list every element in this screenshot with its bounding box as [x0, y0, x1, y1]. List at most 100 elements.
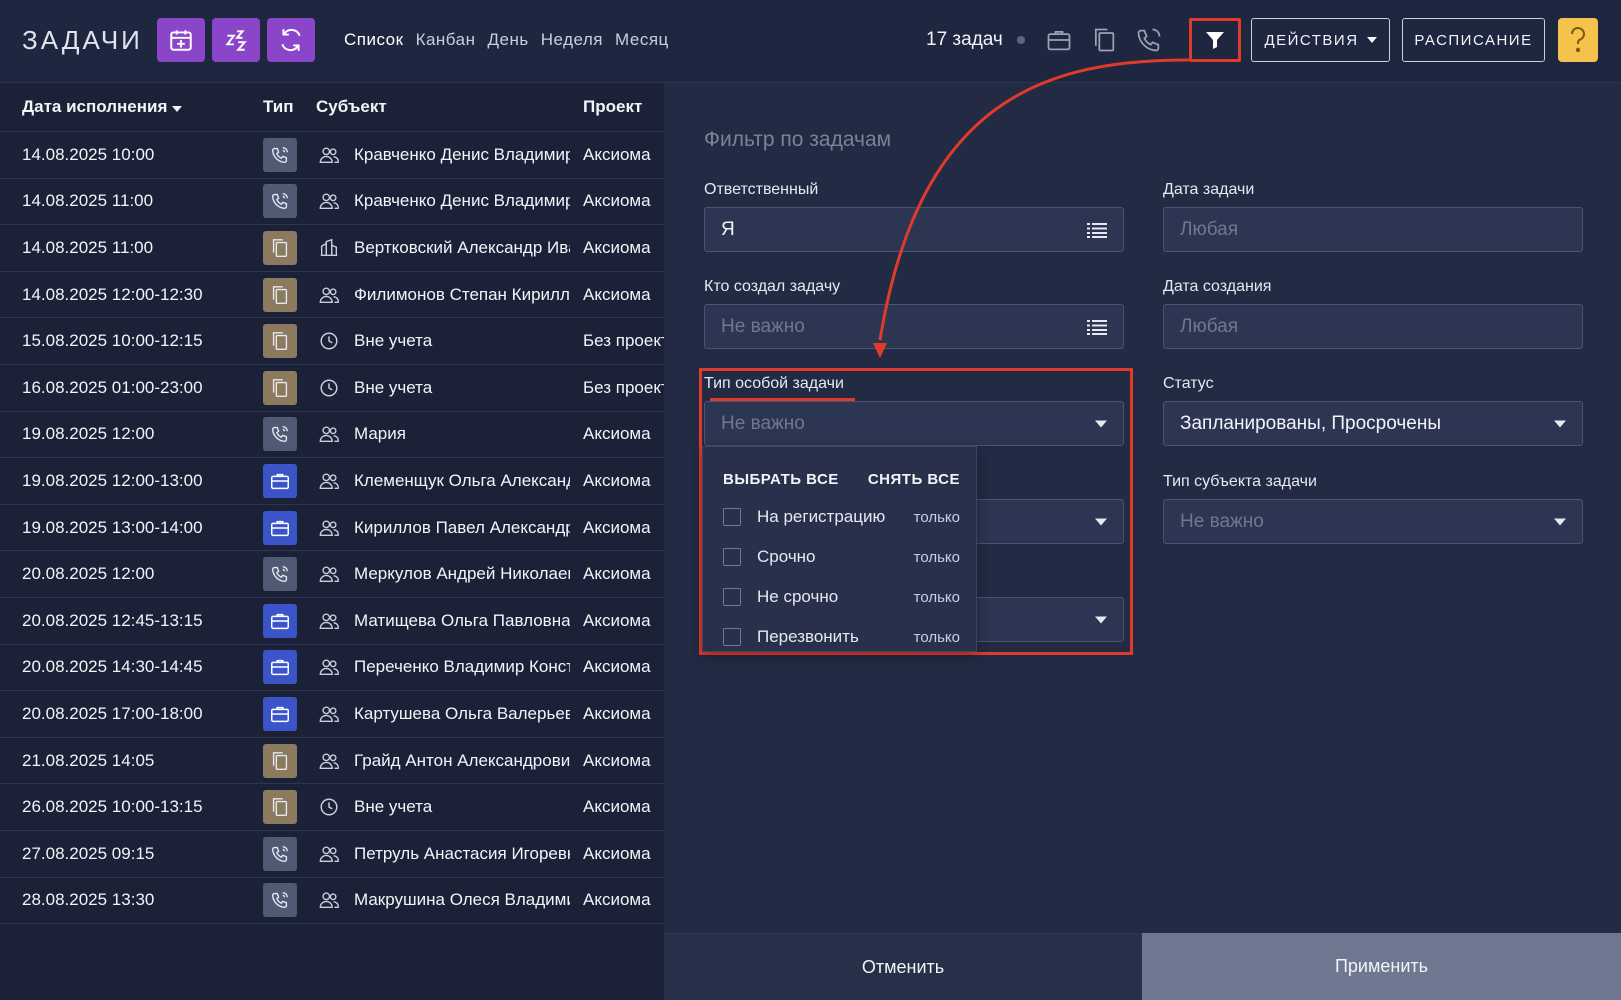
row-date: 14.08.2025 11:00 [22, 191, 154, 211]
app-title: ЗАДАЧИ [22, 25, 143, 55]
table-row[interactable]: 14.08.2025 10:00 Кравченко Денис Владимир… [0, 132, 664, 179]
apply-button[interactable]: Применить [1142, 933, 1621, 1000]
table-row[interactable]: 21.08.2025 14:05 Грайд Антон Александрови… [0, 738, 664, 785]
row-subject: Вне учета [354, 797, 433, 817]
actions-label: ДЕЙСТВИЯ [1264, 31, 1359, 49]
table-row[interactable]: 19.08.2025 12:00 Мария Аксиома [0, 412, 664, 459]
call-filter-toggle[interactable] [1133, 24, 1165, 56]
subject-people-icon [317, 655, 341, 679]
table-row[interactable]: 14.08.2025 11:00 Кравченко Денис Владимир… [0, 179, 664, 226]
row-date: 20.08.2025 12:00 [22, 564, 155, 584]
table-row[interactable]: 20.08.2025 14:30-14:45 Переченко Владимир… [0, 645, 664, 692]
task-date-field[interactable]: Любая [1163, 207, 1583, 252]
row-subject: Матищева Ольга Павловна [354, 610, 570, 630]
row-project: Аксиома [583, 797, 651, 817]
table-row[interactable]: 20.08.2025 12:00 Меркулов Андрей Николаев… [0, 551, 664, 598]
actions-button[interactable]: ДЕЙСТВИЯ [1251, 18, 1390, 62]
row-project: Аксиома [583, 890, 651, 910]
subject-clock-icon [317, 795, 341, 819]
row-project: Аксиома [583, 424, 651, 444]
row-date: 28.08.2025 13:30 [22, 890, 155, 910]
subject-clock-icon [317, 329, 341, 353]
subject-type-label: Тип субъекта задачи [1163, 473, 1317, 490]
refresh-button[interactable] [267, 18, 315, 62]
subject-type-placeholder: Не важно [1180, 510, 1264, 532]
snooze-button[interactable] [212, 18, 260, 62]
task-type-documents-icon [263, 743, 297, 778]
row-project: Без проекта [583, 377, 664, 397]
subject-people-icon [317, 283, 341, 307]
row-date: 20.08.2025 14:30-14:45 [22, 657, 203, 677]
option-only-link[interactable]: только [914, 629, 960, 646]
clear-all-button[interactable]: СНЯТЬ ВСЕ [868, 471, 960, 488]
task-date-label: Дата задачи [1163, 181, 1255, 198]
table-row[interactable]: 28.08.2025 13:30 Макрушина Олеся Владимир… [0, 878, 664, 925]
dropdown-option[interactable]: Срочно только [703, 537, 976, 577]
table-row[interactable]: 20.08.2025 17:00-18:00 Картушева Ольга Ва… [0, 691, 664, 738]
view-day[interactable]: День [488, 30, 529, 50]
creator-placeholder: Не важно [721, 315, 805, 337]
option-checkbox[interactable] [723, 508, 741, 526]
table-row[interactable]: 20.08.2025 12:45-13:15 Матищева Ольга Пав… [0, 598, 664, 645]
created-date-field[interactable]: Любая [1163, 304, 1583, 349]
option-only-link[interactable]: только [914, 589, 960, 606]
table-row[interactable]: 19.08.2025 13:00-14:00 Кириллов Павел Але… [0, 505, 664, 552]
dropdown-option[interactable]: Перезвонить только [703, 617, 976, 657]
option-label: Срочно [757, 547, 816, 566]
table-row[interactable]: 16.08.2025 01:00-23:00 Вне учета Без проек… [0, 365, 664, 412]
status-dot [1017, 36, 1025, 44]
documents-icon [1094, 28, 1115, 52]
subject-people-icon [317, 888, 341, 912]
header-project[interactable]: Проект [583, 97, 642, 117]
schedule-button[interactable]: РАСПИСАНИЕ [1402, 18, 1545, 62]
header-subject[interactable]: Субъект [316, 97, 387, 117]
subject-people-icon [317, 143, 341, 167]
doc-filter-toggle[interactable] [1088, 24, 1120, 56]
view-month[interactable]: Месяц [615, 30, 669, 50]
list-icon [1087, 319, 1107, 335]
header-type[interactable]: Тип [263, 97, 293, 117]
dropdown-option[interactable]: Не срочно только [703, 577, 976, 617]
view-switcher: Список Канбан День Неделя Месяц [344, 30, 669, 50]
option-checkbox[interactable] [723, 628, 741, 646]
header-date[interactable]: Дата исполнения [22, 97, 183, 117]
top-bar: ЗАДАЧИ Список Канбан День Неделя Месяц 1… [0, 0, 1621, 83]
add-task-button[interactable] [157, 18, 205, 62]
select-all-button[interactable]: ВЫБРАТЬ ВСЕ [723, 471, 839, 488]
view-kanban[interactable]: Канбан [416, 30, 476, 50]
case-filter-toggle[interactable] [1043, 24, 1075, 56]
responsible-field[interactable]: Я [704, 207, 1124, 252]
task-type-phone-icon [263, 836, 297, 871]
option-label: На регистрацию [757, 507, 886, 526]
table-row[interactable]: 19.08.2025 12:00-13:00 Клеменщук Ольга Ал… [0, 458, 664, 505]
table-header: Дата исполнения Тип Субъект Проект [0, 83, 664, 132]
option-checkbox[interactable] [723, 588, 741, 606]
status-select[interactable]: Запланированы, Просрочены [1163, 401, 1583, 446]
option-only-link[interactable]: только [914, 509, 960, 526]
row-date: 19.08.2025 13:00-14:00 [22, 517, 203, 537]
dropdown-option[interactable]: На регистрацию только [703, 497, 976, 537]
table-row[interactable]: 14.08.2025 12:00-12:30 Филимонов Степан К… [0, 272, 664, 319]
task-type-phone-icon [263, 557, 297, 592]
row-subject: Кириллов Павел Александрович [354, 517, 570, 537]
filter-button[interactable] [1189, 18, 1241, 62]
option-only-link[interactable]: только [914, 549, 960, 566]
creator-field[interactable]: Не важно [704, 304, 1124, 349]
table-row[interactable]: 14.08.2025 11:00 Вертковский Александр Ив… [0, 225, 664, 272]
option-checkbox[interactable] [723, 548, 741, 566]
cancel-button[interactable]: Отменить [664, 933, 1142, 1000]
view-week[interactable]: Неделя [541, 30, 603, 50]
created-date-label: Дата создания [1163, 278, 1272, 295]
table-row[interactable]: 26.08.2025 10:00-13:15 Вне учета Аксиома [0, 784, 664, 831]
table-row[interactable]: 15.08.2025 10:00-12:15 Вне учета Без проек… [0, 318, 664, 365]
row-subject: Грайд Антон Александрович [354, 750, 570, 770]
table-row[interactable]: 27.08.2025 09:15 Петруль Анастасия Игорев… [0, 831, 664, 878]
task-type-documents-icon [263, 277, 297, 312]
subject-people-icon [317, 609, 341, 633]
help-button[interactable] [1558, 18, 1598, 62]
subject-type-select[interactable]: Не важно [1163, 499, 1583, 544]
row-project: Аксиома [583, 284, 651, 304]
row-project: Аксиома [583, 657, 651, 677]
row-subject: Меркулов Андрей Николаевич [354, 564, 570, 584]
view-list[interactable]: Список [344, 30, 404, 50]
